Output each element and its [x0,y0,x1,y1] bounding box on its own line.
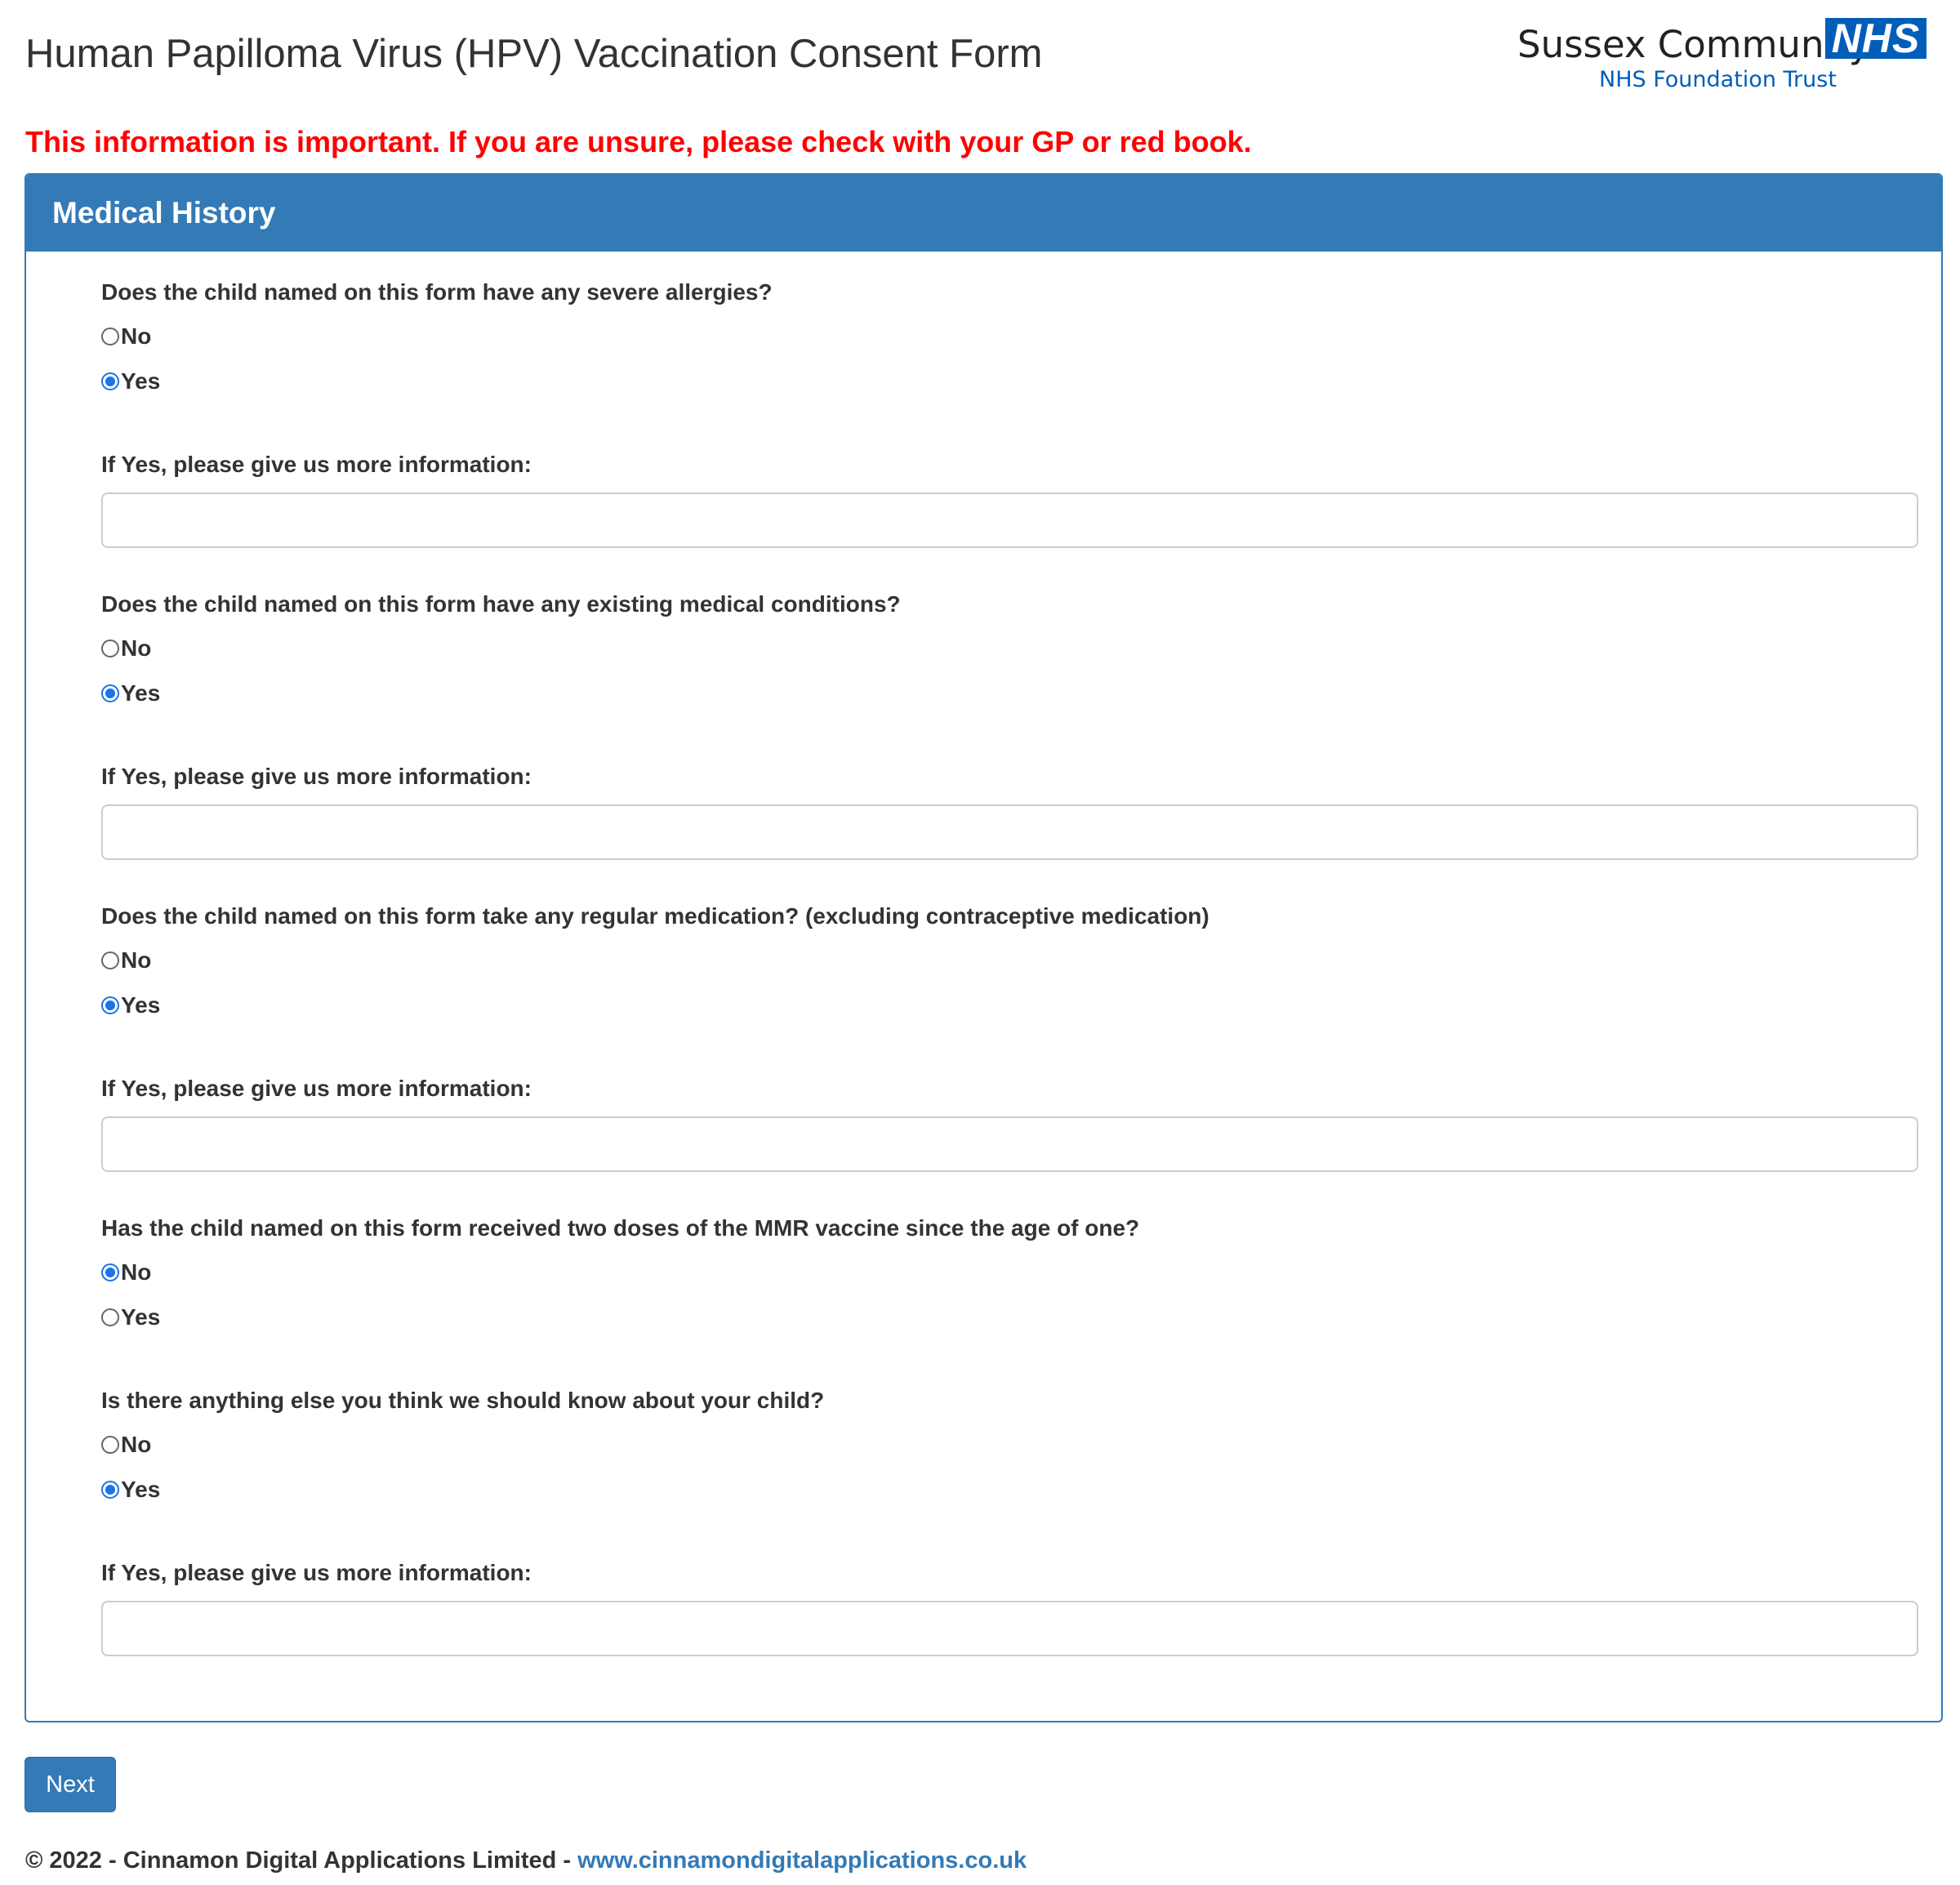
radio-label: No [121,1259,152,1285]
radio-button[interactable] [101,1308,119,1326]
radio-label: Yes [121,1304,161,1330]
footer: © 2022 - Cinnamon Digital Applications L… [25,1847,1027,1874]
followup-label-allergies: If Yes, please give us more information: [101,452,532,477]
radio-button[interactable] [101,996,119,1014]
radio-button[interactable] [101,639,119,657]
radio-button[interactable] [101,1481,119,1499]
nhs-logo: Sussex Community NHS NHS Foundation Trus… [1517,16,1927,92]
medical-history-panel: Medical History Does the child named on … [24,173,1943,1722]
radio-allergies-yes[interactable]: Yes [101,368,160,395]
radio-button[interactable] [101,1436,119,1454]
radio-button[interactable] [101,684,119,702]
footer-website-link[interactable]: www.cinnamondigitalapplications.co.uk [577,1847,1027,1874]
panel-heading: Medical History [26,175,1941,252]
question-mmr-vaccine: Has the child named on this form receive… [101,1215,1140,1241]
conditions-info-input[interactable] [101,804,1918,860]
radio-mmr-no[interactable]: No [101,1259,151,1286]
anything-else-info-input[interactable] [101,1601,1918,1656]
question-regular-medication: Does the child named on this form take a… [101,903,1209,929]
radio-button[interactable] [101,328,119,345]
followup-label-anything-else: If Yes, please give us more information: [101,1560,532,1585]
radio-allergies-no[interactable]: No [101,323,151,350]
page-title: Human Papilloma Virus (HPV) Vaccination … [25,32,1043,76]
nhs-badge: NHS [1825,18,1927,59]
radio-anything-else-no[interactable]: No [101,1431,151,1459]
question-medical-conditions: Does the child named on this form have a… [101,591,901,617]
radio-label: Yes [121,1477,161,1502]
footer-copyright: © 2022 - Cinnamon Digital Applications L… [25,1847,578,1874]
logo-trust-name: NHS Foundation Trust [1599,67,1837,92]
radio-label: Yes [121,680,161,706]
next-button[interactable]: Next [24,1757,116,1812]
radio-button[interactable] [101,951,119,969]
question-anything-else: Is there anything else you think we shou… [101,1388,825,1413]
radio-label: No [121,947,152,973]
radio-conditions-no[interactable]: No [101,635,151,662]
question-allergies: Does the child named on this form have a… [101,279,773,305]
followup-label-conditions: If Yes, please give us more information: [101,764,532,789]
radio-label: No [121,1432,152,1457]
radio-button[interactable] [101,372,119,390]
radio-conditions-yes[interactable]: Yes [101,680,160,707]
important-warning: This information is important. If you ar… [25,125,1252,158]
medication-info-input[interactable] [101,1116,1918,1172]
radio-label: No [121,323,152,349]
radio-label: Yes [121,992,161,1018]
radio-label: Yes [121,368,161,394]
followup-label-medication: If Yes, please give us more information: [101,1076,532,1101]
radio-button[interactable] [101,1263,119,1281]
radio-medication-yes[interactable]: Yes [101,992,160,1019]
radio-medication-no[interactable]: No [101,947,151,974]
radio-mmr-yes[interactable]: Yes [101,1303,160,1331]
radio-label: No [121,635,152,661]
radio-anything-else-yes[interactable]: Yes [101,1476,160,1504]
allergies-info-input[interactable] [101,492,1918,548]
logo-org-name: Sussex Community [1517,23,1871,66]
